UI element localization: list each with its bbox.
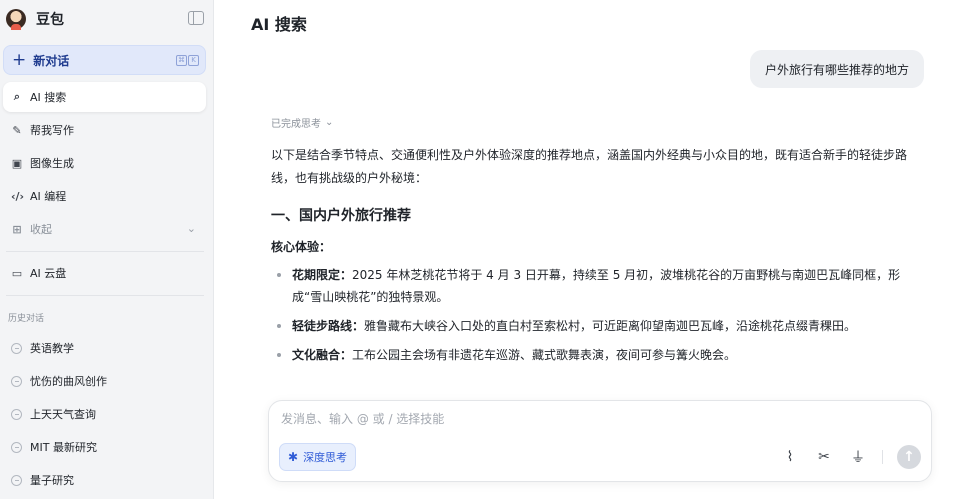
app-name: 豆包 [36, 12, 64, 28]
image-icon: ▣ [11, 156, 23, 170]
grid-icon: ⊞ [12, 222, 22, 236]
sidebar-item-cloud-drive[interactable]: ▭ AI 云盘 [3, 258, 206, 288]
chevron-down-icon: ⌄ [325, 117, 334, 128]
deep-think-label: 深度思考 [303, 451, 348, 464]
new-chat-button[interactable]: + 新对话 ⌘ K [3, 45, 206, 75]
history-item-label: 上天天气查询 [30, 408, 96, 421]
search-sparkle-icon: ⌕ [13, 90, 21, 103]
bullet-term: 花期限定： [292, 268, 353, 282]
toolbar-divider [882, 450, 883, 464]
user-message-bubble: 户外旅行有哪些推荐的地方 [749, 50, 924, 88]
sidebar: 豆包 + 新对话 ⌘ K ⌕ AI 搜索 ✎ 帮我写作 ▣ 图像生成 ‹/› A… [0, 0, 214, 499]
bullet-text: 工布公园主会场有非遗花车巡游、藏式歌舞表演，夜间可参与篝火晚会。 [352, 348, 737, 362]
send-button[interactable]: ↑ [897, 445, 921, 469]
history-item-label: 英语教学 [30, 342, 74, 355]
new-chat-label: 新对话 [33, 53, 70, 68]
main-panel: AI 搜索 户外旅行有哪些推荐的地方 已完成思考 ⌄ 以下是结合季节特点、交通便… [228, 0, 961, 499]
sidebar-divider [6, 295, 204, 296]
sidebar-collapse-icon[interactable] [188, 11, 204, 25]
subsection-heading: 核心体验： [271, 240, 332, 254]
history-item-label: MIT 最新研究 [30, 441, 97, 454]
sidebar-item-label: AI 云盘 [30, 267, 67, 280]
sidebar-item-ai-search[interactable]: ⌕ AI 搜索 [3, 82, 206, 112]
message-composer: ✱ 深度思考 ⌇ ✂ ⏚ ↑ [268, 400, 932, 482]
sidebar-item-collapse[interactable]: ⊞ 收起 ⌄ [3, 214, 206, 244]
sidebar-item-label: 帮我写作 [30, 124, 74, 137]
shortcut-key: K [188, 55, 199, 66]
history-item[interactable]: 上天天气查询 [3, 400, 206, 428]
scissors-icon[interactable]: ✂ [814, 446, 834, 468]
arrow-up-icon: ↑ [903, 449, 915, 465]
answer-bullet-list: 花期限定：2025 年林芝桃花节将于 4 月 3 日开幕，持续至 5 月初，波堆… [271, 264, 921, 366]
composer-toolbar: ⌇ ✂ ⏚ ↑ [780, 445, 921, 469]
deep-think-button[interactable]: ✱ 深度思考 [279, 443, 357, 471]
history-item[interactable]: 忧伤的曲风创作 [3, 367, 206, 395]
list-item: 轻徒步路线：雅鲁藏布大峡谷入口处的直白村至索松村，可近距离仰望南迦巴瓦峰，沿途桃… [271, 315, 921, 337]
history-item[interactable]: 英语教学 [3, 334, 206, 362]
sidebar-item-image-gen[interactable]: ▣ 图像生成 [3, 148, 206, 178]
code-icon: ‹/› [11, 189, 25, 203]
think-status-label: 已完成思考 [271, 119, 321, 130]
bullet-term: 轻徒步路线： [292, 319, 365, 333]
pen-icon: ✎ [12, 123, 22, 137]
sidebar-item-label: AI 编程 [30, 190, 67, 203]
bullet-term: 文化融合： [292, 348, 353, 362]
section-heading: 一、国内户外旅行推荐 [271, 208, 411, 224]
assistant-answer: 以下是结合季节特点、交通便利性及户外体验深度的推荐地点，涵盖国内外经典与小众目的… [271, 144, 921, 373]
shortcut-hint: ⌘ K [176, 55, 199, 66]
sidebar-header: 豆包 [6, 6, 210, 32]
chevron-down-icon: ⌄ [186, 222, 196, 235]
cloud-drive-icon: ▭ [11, 266, 23, 280]
answer-intro: 以下是结合季节特点、交通便利性及户外体验深度的推荐地点，涵盖国内外经典与小众目的… [271, 148, 908, 185]
bullet-text: 2025 年林芝桃花节将于 4 月 3 日开幕，持续至 5 月初，波堆桃花谷的万… [292, 268, 901, 304]
message-input[interactable] [281, 412, 881, 426]
history-item[interactable]: 量子研究 [3, 466, 206, 494]
page-title: AI 搜索 [251, 15, 307, 34]
history-item-label: 量子研究 [30, 474, 74, 487]
history-title: 历史对话 [8, 314, 45, 324]
history-item[interactable]: MIT 最新研究 [3, 433, 206, 461]
chat-bubble-icon [11, 408, 22, 420]
think-status-toggle[interactable]: 已完成思考 ⌄ [271, 115, 333, 130]
sidebar-item-writing[interactable]: ✎ 帮我写作 [3, 115, 206, 145]
microphone-icon[interactable]: ⏚ [848, 446, 868, 468]
avatar[interactable] [6, 9, 26, 30]
sidebar-item-ai-coding[interactable]: ‹/› AI 编程 [3, 181, 206, 211]
plus-icon: + [12, 49, 27, 70]
sidebar-item-label: 收起 [30, 223, 52, 236]
shortcut-key: ⌘ [176, 55, 187, 66]
sidebar-item-label: 图像生成 [30, 157, 74, 170]
sidebar-divider [6, 251, 204, 252]
bullet-text: 雅鲁藏布大峡谷入口处的直白村至索松村，可近距离仰望南迦巴瓦峰，沿途桃花点缀青稞田… [364, 319, 857, 333]
deep-think-icon: ✱ [288, 450, 299, 464]
list-item: 花期限定：2025 年林芝桃花节将于 4 月 3 日开幕，持续至 5 月初，波堆… [271, 264, 921, 308]
sidebar-item-label: AI 搜索 [30, 91, 67, 104]
chat-bubble-icon [11, 441, 22, 453]
list-item: 文化融合：工布公园主会场有非遗花车巡游、藏式歌舞表演，夜间可参与篝火晚会。 [271, 344, 921, 366]
history-item-label: 忧伤的曲风创作 [30, 375, 107, 388]
attachment-icon[interactable]: ⌇ [780, 446, 800, 468]
chat-bubble-icon [11, 342, 22, 354]
chat-bubble-icon [11, 474, 22, 486]
chat-bubble-icon [11, 375, 22, 387]
